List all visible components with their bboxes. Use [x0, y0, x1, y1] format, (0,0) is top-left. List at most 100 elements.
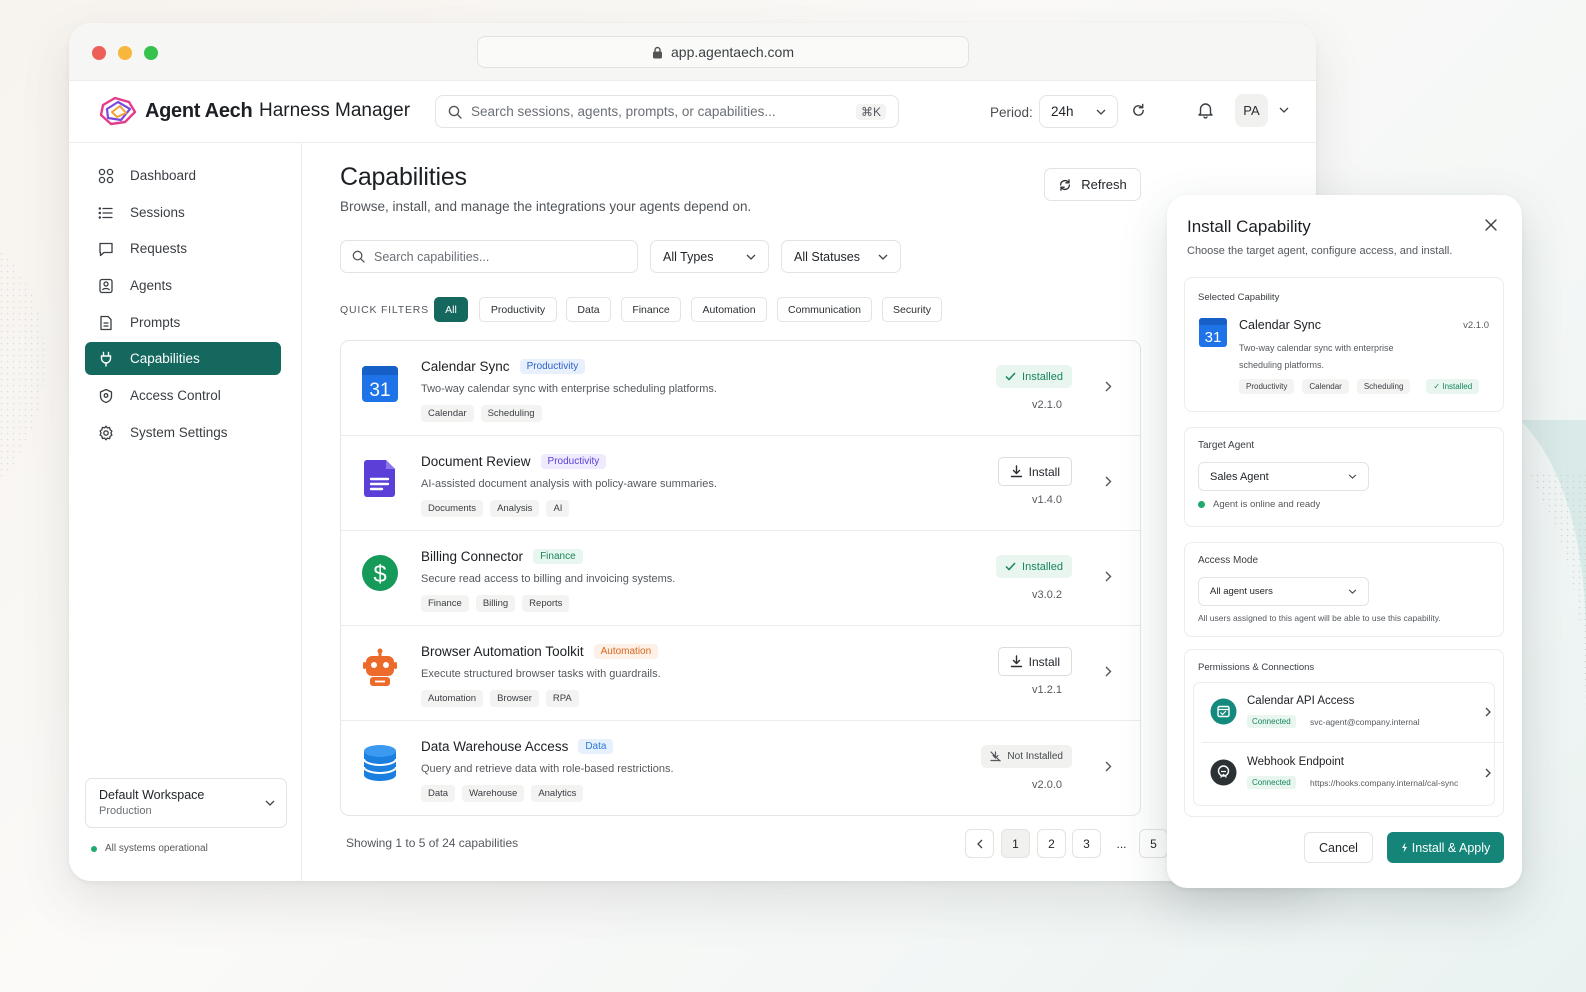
- global-search-placeholder: Search sessions, agents, prompts, or cap…: [471, 104, 776, 119]
- access-mode-select[interactable]: All agent users: [1198, 577, 1369, 606]
- pagination-page[interactable]: 2: [1037, 829, 1066, 858]
- lock-icon: [653, 46, 662, 58]
- quick-filter-all[interactable]: All: [434, 297, 468, 322]
- brand[interactable]: Agent Aech: [99, 95, 253, 127]
- type-filter-select[interactable]: All Types: [650, 240, 769, 273]
- not-installed-badge: Not Installed: [981, 745, 1072, 768]
- install-capability-panel: Install Capability Choose the target age…: [1167, 195, 1522, 888]
- capability-name: Browser Automation Toolkit: [421, 644, 584, 659]
- list-item[interactable]: 31 Calendar Sync Productivity Two-way cal…: [341, 341, 1140, 436]
- list-item[interactable]: Data Warehouse Access Data Query and retr…: [341, 721, 1140, 815]
- address-bar[interactable]: app.agentaech.com: [477, 36, 969, 68]
- pagination-prev-button[interactable]: [965, 829, 994, 858]
- main-content: Capabilities Browse, install, and manage…: [302, 143, 1316, 881]
- global-search-input[interactable]: Search sessions, agents, prompts, or cap…: [435, 95, 899, 128]
- chat-icon: [99, 242, 113, 256]
- access-mode-value: All agent users: [1210, 586, 1273, 597]
- selected-capability-label: Selected Capability: [1198, 292, 1280, 303]
- target-agent-value: Sales Agent: [1210, 470, 1269, 483]
- sidebar-item-dashboard[interactable]: Dashboard: [85, 159, 281, 192]
- account-menu-button[interactable]: [1279, 107, 1289, 113]
- list-item[interactable]: Browser Automation Toolkit Automation Exe…: [341, 626, 1140, 721]
- capability-version: v3.0.2: [1032, 589, 1062, 601]
- chevron-right-icon[interactable]: [1105, 381, 1112, 392]
- list-item[interactable]: $ Billing Connector Finance Secure read a…: [341, 531, 1140, 626]
- chevron-right-icon[interactable]: [1105, 666, 1112, 677]
- install-button[interactable]: Install: [997, 647, 1072, 676]
- target-agent-card: Target Agent Sales Agent Agent is online…: [1184, 427, 1504, 527]
- maximize-window-dot[interactable]: [144, 46, 158, 60]
- chevron-right-icon[interactable]: [1105, 571, 1112, 582]
- quick-filters-label: QUICK FILTERS: [340, 304, 429, 316]
- chevron-right-icon[interactable]: [1105, 761, 1112, 772]
- chevron-right-icon[interactable]: [1105, 476, 1112, 487]
- connection-item[interactable]: Calendar API Access Connected svc-agent@…: [1202, 683, 1504, 743]
- refresh-data-button[interactable]: [1131, 103, 1146, 118]
- gear-icon: [99, 425, 113, 440]
- selected-capability-description: Two-way calendar sync with enterprise: [1239, 343, 1394, 353]
- quick-filter-automation[interactable]: Automation: [691, 297, 767, 322]
- sidebar-item-sessions[interactable]: Sessions: [85, 196, 281, 229]
- connection-detail: https://hooks.company.internal/cal-sync: [1310, 778, 1459, 788]
- workspace-switcher[interactable]: Default Workspace Production: [85, 778, 287, 828]
- panel-title: Install Capability: [1187, 217, 1311, 236]
- category-badge: Productivity: [540, 454, 607, 469]
- status-filter-select[interactable]: All Statuses: [781, 240, 901, 273]
- permissions-label: Permissions & Connections: [1198, 662, 1315, 673]
- sidebar-item-requests[interactable]: Requests: [85, 232, 281, 265]
- capability-description: Query and retrieve data with role-based …: [421, 763, 674, 775]
- access-mode-label: Access Mode: [1198, 555, 1259, 566]
- agent-aech-logo-icon: [99, 96, 137, 126]
- sidebar-item-system-settings[interactable]: System Settings: [85, 416, 281, 449]
- period-select[interactable]: 24h: [1039, 95, 1118, 128]
- refresh-button[interactable]: Refresh: [1044, 168, 1141, 201]
- chevron-down-icon: [746, 254, 756, 260]
- quick-filter-security[interactable]: Security: [882, 297, 942, 322]
- cancel-button[interactable]: Cancel: [1304, 832, 1373, 863]
- status-filter-value: All Statuses: [794, 249, 861, 264]
- capability-tag: Analytics: [531, 785, 584, 802]
- workspace-name: Default Workspace: [99, 788, 205, 802]
- capability-tag: Analysis: [490, 500, 540, 517]
- avatar[interactable]: PA: [1235, 94, 1268, 127]
- shield-icon: [99, 388, 113, 403]
- status-text: Installed: [1022, 370, 1063, 383]
- capability-search-input[interactable]: Search capabilities...: [340, 240, 638, 273]
- quick-filter-productivity[interactable]: Productivity: [479, 297, 557, 322]
- quick-filter-finance[interactable]: Finance: [621, 297, 681, 322]
- install-button[interactable]: Install: [997, 457, 1072, 486]
- minimize-window-dot[interactable]: [118, 46, 132, 60]
- close-window-dot[interactable]: [92, 46, 106, 60]
- install-apply-button[interactable]: Install & Apply: [1387, 832, 1504, 863]
- close-icon[interactable]: [1485, 219, 1497, 231]
- pagination-page[interactable]: 5: [1139, 829, 1168, 858]
- page-title: Capabilities: [340, 163, 467, 191]
- system-status: All systems operational: [91, 843, 208, 854]
- notifications-button[interactable]: [1197, 101, 1214, 119]
- target-agent-select[interactable]: Sales Agent: [1198, 462, 1369, 491]
- sidebar-item-prompts[interactable]: Prompts: [85, 306, 281, 339]
- dashboard-icon: [98, 168, 114, 183]
- sidebar-item-capabilities[interactable]: Capabilities: [85, 342, 281, 375]
- status-dot-icon: [1198, 501, 1205, 508]
- brand-name: Agent Aech: [145, 99, 253, 122]
- pagination-page[interactable]: 3: [1072, 829, 1101, 858]
- pagination-page[interactable]: 1: [1001, 829, 1030, 858]
- sidebar-item-label: Dashboard: [130, 168, 197, 183]
- refresh-icon: [1133, 103, 1144, 116]
- dollar-icon: $: [362, 555, 398, 591]
- chevron-left-icon: [976, 839, 982, 848]
- chevron-down-icon: [1096, 109, 1106, 115]
- quick-filter-communication[interactable]: Communication: [777, 297, 872, 322]
- sidebar-item-agents[interactable]: Agents: [85, 269, 281, 302]
- list-item[interactable]: Document Review Productivity AI-assisted …: [341, 436, 1140, 531]
- search-icon: [448, 105, 462, 119]
- sidebar-item-access-control[interactable]: Access Control: [85, 379, 281, 412]
- capability-description: AI-assisted document analysis with polic…: [421, 478, 717, 490]
- download-icon: [1010, 655, 1022, 668]
- quick-filter-data[interactable]: Data: [566, 297, 611, 322]
- agent-icon: [99, 278, 113, 293]
- connection-item[interactable]: Webhook Endpoint Connected https://hooks…: [1202, 744, 1504, 804]
- capability-version: v2.0.0: [1032, 779, 1062, 791]
- status-dot-icon: [91, 845, 97, 852]
